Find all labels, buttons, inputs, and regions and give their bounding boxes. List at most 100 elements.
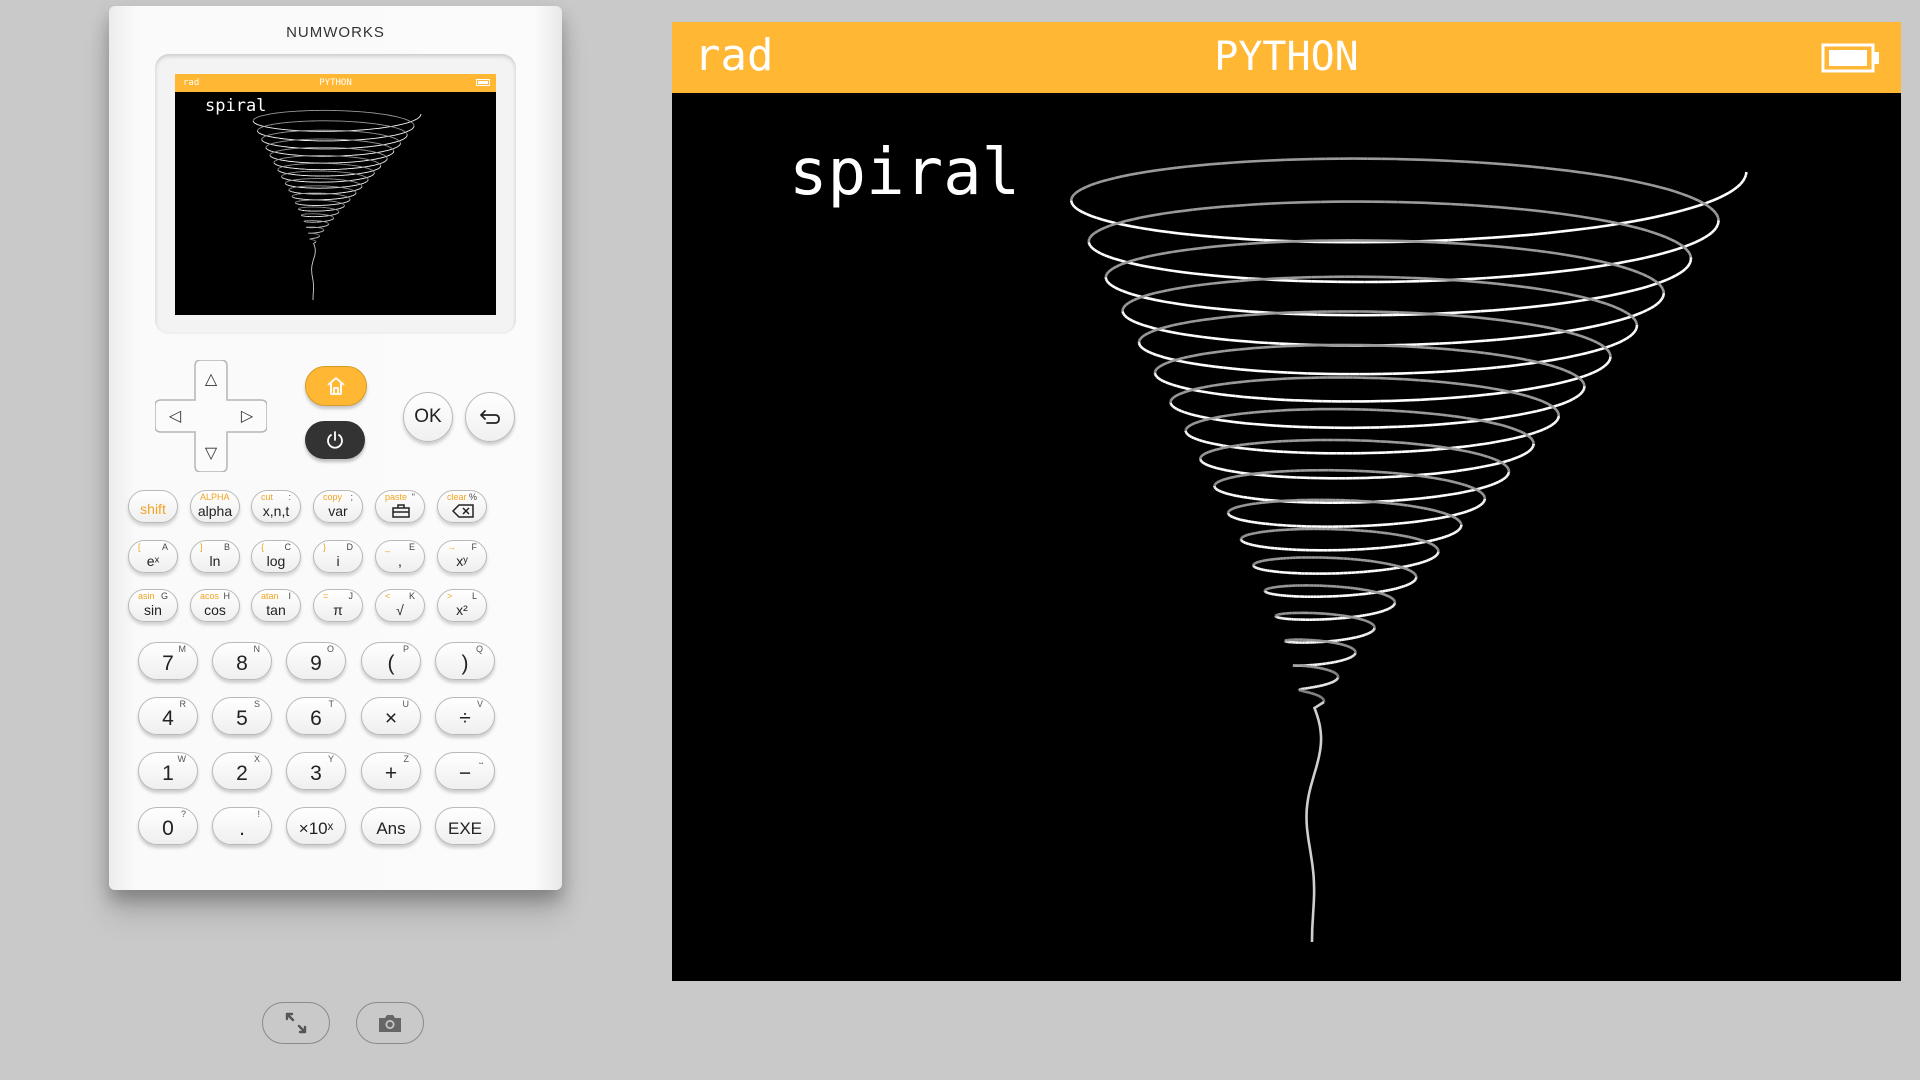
spiral-segment [1492,308,1505,312]
spiral-segment [1199,455,1203,459]
key-multiply[interactable]: U × [361,697,421,735]
dpad-left-button[interactable]: ◁ [160,401,190,431]
key-x10[interactable]: ×10ˣ [286,807,346,845]
shift-key[interactable]: shift [128,490,178,523]
spiral-segment [1665,276,1672,282]
dpad-up-button[interactable]: △ [196,364,226,394]
sqrt-key[interactable]: < K √ [375,589,425,622]
spiral-segment [1462,449,1468,453]
dpad-down-button[interactable]: ▽ [196,438,226,468]
backspace-key[interactable]: clear% [437,490,487,523]
spiral-segment [1156,353,1161,358]
screenshot-button[interactable] [356,1002,424,1044]
key-exe[interactable]: EXE [435,807,495,845]
spiral-segment [1600,294,1611,299]
key-5[interactable]: S5 [212,697,272,735]
spiral-segment [1399,441,1407,445]
fullscreen-button[interactable] [262,1002,330,1044]
spiral-segment [1497,479,1502,484]
sin-key[interactable]: asin Gsin [128,589,178,622]
key-divide[interactable]: V ÷ [435,697,495,735]
home-button[interactable] [305,366,367,406]
spiral-segment [1385,589,1389,593]
spiral-segment [1399,565,1403,569]
spiral-segment [1461,482,1466,487]
key-rparen[interactable]: Q) [435,642,495,680]
spiral-segment [1198,246,1208,250]
dpad-right-button[interactable]: ▷ [232,401,262,431]
back-arrow-icon [480,410,500,424]
i-key[interactable]: } Di [313,540,363,573]
spiral-segment [1422,277,1434,281]
spiral-segment [1424,443,1431,447]
key-minus[interactable]: ⎵ − [435,752,495,790]
spiral-segment [1277,370,1288,374]
xnt-key[interactable]: cut: x,n,t [251,490,301,523]
spiral-segment [1248,502,1253,506]
spiral-segment [1235,494,1240,498]
spiral-segment [1255,501,1259,505]
spiral-segment [1453,513,1458,517]
spiral-segment [1536,249,1547,254]
spiral-segment [1237,517,1241,521]
var-key[interactable]: copy; var [313,490,363,523]
key-dot[interactable]: !. [212,807,272,845]
key-4[interactable]: R4 [138,697,198,735]
key-plus[interactable]: Z + [361,752,421,790]
power-button[interactable] [305,421,365,459]
pi-key[interactable]: = Jπ [313,589,363,622]
key-7[interactable]: M7 [138,642,198,680]
spiral-segment [1100,252,1106,257]
key-9[interactable]: O9 [286,642,346,680]
log-key[interactable]: {Clog [251,540,301,573]
spiral-segment [1091,246,1096,251]
spiral-segment [1653,302,1658,308]
spiral-segment [1243,473,1248,477]
spiral-segment [1550,422,1555,427]
spiral-segment [1525,285,1535,290]
spiral-segment [1653,231,1661,237]
spiral-segment [1502,477,1506,481]
spiral-segment [404,137,407,139]
spiral-segment [1633,179,1644,185]
spiral-segment [255,123,258,125]
cos-key[interactable]: acos Hcos [190,589,240,622]
key-label: x² [456,602,468,618]
spiral-segment [1374,611,1378,615]
spiral-segment [1164,356,1171,361]
key-label: eˣ [146,553,160,569]
exp-key[interactable]: [Aeˣ [128,540,178,573]
key-6[interactable]: T6 [286,697,346,735]
spiral-segment [1241,540,1244,543]
spiral-segment [1096,250,1102,255]
ok-button[interactable]: OK [403,392,453,442]
spiral-segment [1218,479,1222,483]
spiral-segment [1424,370,1436,374]
spiral-segment [1173,209,1184,214]
spiral-segment [1585,265,1597,270]
key-1[interactable]: W1 [138,752,198,790]
alpha-key[interactable]: ALPHA alpha [190,490,240,523]
comma-key[interactable]: _ E, [375,540,425,573]
ln-key[interactable]: ] Bln [190,540,240,573]
spiral-segment [1418,519,1425,523]
key-8[interactable]: N8 [212,642,272,680]
power-key[interactable]: → Fxʸ [437,540,487,573]
spiral-segment [387,145,389,148]
key-shift-label: ALPHA [200,492,230,502]
spiral-segment [1574,294,1583,299]
key-ans[interactable]: Ans [361,807,421,845]
toolbox-key[interactable]: paste " [375,490,425,523]
key-2[interactable]: X2 [212,752,272,790]
spiral-segment [1395,474,1403,478]
spiral-segment [1196,283,1205,287]
key-lparen[interactable]: P( [361,642,421,680]
spiral-segment [1246,159,1260,163]
spiral-segment [1480,502,1484,506]
spiral-segment [1535,209,1548,214]
key-0[interactable]: ? 0 [138,807,198,845]
square-key[interactable]: > Lx² [437,589,487,622]
back-button[interactable] [465,392,515,442]
tan-key[interactable]: atan Itan [251,589,301,622]
key-3[interactable]: Y3 [286,752,346,790]
